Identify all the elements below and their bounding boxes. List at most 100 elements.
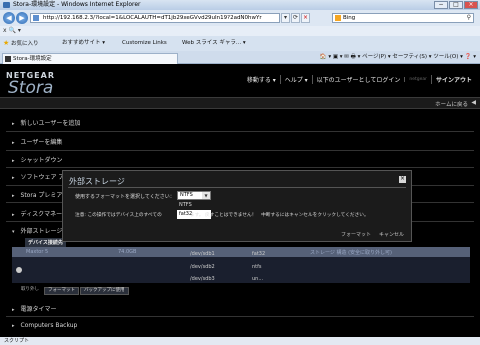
device-header: デバイス接続先 [25,238,66,247]
bullet-icon: ▸ [12,307,15,313]
maximize-button[interactable]: □ [449,1,463,9]
menu-label: ユーザーを編集 [20,139,63,146]
storage-grid-header: Maxtor 5 74.0GB ストレージ 構造 (安全に取り外し可) [12,247,470,257]
remove-button[interactable]: 取り外し [18,287,42,295]
menu-row-tools[interactable]: x 🔍 ▾ [3,27,21,34]
bullet-icon: ▸ [12,140,15,146]
tab-page-icon [5,56,11,62]
command-bar[interactable]: 🏠 ▾ ▣ ▾ ✉ 🖶 ▾ ページ(P) ▾ セーフティ(S) ▾ ツール(O)… [320,51,476,64]
window-controls: − □ × [434,1,478,9]
login-username: netgear [404,77,431,82]
storage-structure-label: ストレージ 構造 (安全に取り外し可) [310,250,392,256]
star-icon: ★ [3,39,10,47]
close-window-button[interactable]: × [464,1,478,9]
fav-item-recommended[interactable]: おすすめサイト ▾ [62,36,105,51]
format-label: 使用するフォーマットを選択してください： [75,194,175,200]
product-name: Stora [8,78,54,98]
search-input[interactable]: Bing ⚲ [332,13,474,23]
format-storage-button[interactable]: フォーマット [44,287,79,295]
refresh-button[interactable]: ⟳ [291,13,300,23]
close-icon[interactable]: × [399,176,406,183]
warning-text: 注意: この操作ではデバイス上のすべての ます。 戻すことはできません！ 中断す… [75,213,369,218]
bullet-icon: ▸ [12,212,15,218]
dialog-divider [68,187,406,188]
back-to-home-link[interactable]: ホームに戻る [435,100,468,108]
bullet-icon: ▸ [12,158,15,164]
window-titlebar: Stora-環境設定 - Windows Internet Explorer −… [0,0,480,10]
menu-power-timer[interactable]: ▸ 電源タイマー [12,304,57,313]
partition-dev-3: /dev/sdb3 [190,276,215,282]
menu-computers-backup[interactable]: ▸ Computers Backup [12,322,77,329]
back-arrow-icon[interactable]: ◀ [471,99,476,106]
partition-fs-3: un... [252,276,264,282]
partition-dev-2: /dev/sdb2 [190,264,215,270]
address-url: http://192.168.2.3/?local=1&LOCALAUTH=dT… [43,15,262,21]
bullet-icon: ▸ [12,323,15,329]
search-engine-label: Bing [343,15,356,21]
login-as-label: 以下のユーザーとしてログイン [311,75,405,84]
menu-external-storage[interactable]: ▾ 外部ストレージ [12,226,62,235]
ie-icon [3,2,10,8]
home-bar: ホームに戻る ◀ [0,97,480,109]
divider [6,316,474,317]
minimize-button[interactable]: − [434,1,448,9]
device-size: 74.0GB [118,249,137,255]
nav-help-menu[interactable]: ヘルプ ▾ [279,75,312,84]
format-select[interactable]: NTFS ▼ [177,191,211,200]
fav-item-web-slice[interactable]: Web スライス ギャラ... ▾ [182,36,246,51]
address-bar[interactable]: http://192.168.2.3/?local=1&LOCALAUTH=dT… [30,13,280,23]
menu-label: シャットダウン [20,157,63,164]
tab-row: Stora-環境設定 🏠 ▾ ▣ ▾ ✉ 🖶 ▾ ページ(P) ▾ セーフティ(… [0,51,480,64]
sign-out-link[interactable]: サインアウト [430,75,476,84]
page-icon [33,15,39,21]
partition-dev-1: /dev/sdb1 [190,251,215,257]
bullet-icon: ▸ [12,193,15,199]
favorites-label: お気に入り [11,41,39,47]
menu-row: x 🔍 ▾ [0,26,480,36]
status-bar: スクリプト [0,337,480,345]
divider [6,131,474,132]
favorites-bar: ★ お気に入り おすすめサイト ▾ Customize Links Web スラ… [0,36,480,51]
address-tools: ▾ ⟳ × [281,13,310,23]
search-icon[interactable]: ⚲ [467,14,471,22]
window-title: Stora-環境設定 - Windows Internet Explorer [13,1,141,8]
menu-label: 電源タイマー [20,306,57,313]
bullet-icon: ▸ [12,121,15,127]
bing-icon [335,15,341,21]
menu-add-user[interactable]: ▸ 新しいユーザーを追加 [12,118,80,127]
tab-stora[interactable]: Stora-環境設定 [2,53,178,64]
device-radio[interactable] [16,267,22,273]
partition-table: /dev/sdb1 fat32 /dev/sdb2 ntfs /dev/sdb3… [12,251,470,283]
partition-fs-2: ntfs [252,264,262,270]
menu-label: Computers Backup [20,322,78,329]
format-dialog: 外部ストレージ × 使用するフォーマットを選択してください： NTFS ▼ NT… [62,170,412,242]
address-row: ◀ ▶ http://192.168.2.3/?local=1&LOCALAUT… [0,10,480,26]
format-button[interactable]: フォーマット [341,231,371,238]
forward-button[interactable]: ▶ [16,12,28,24]
bullet-icon: ▸ [12,175,15,181]
favorites-button[interactable]: ★ お気に入り [3,36,39,52]
logo: NETGEAR Stora [6,71,55,98]
address-dropdown-button[interactable]: ▾ [281,13,290,23]
partition-fs-1: fat32 [252,251,266,257]
device-name: Maxtor 5 [26,249,49,255]
fav-item-customize-links[interactable]: Customize Links [122,36,167,51]
stop-button[interactable]: × [301,13,310,23]
top-nav: 移動する ▾ ヘルプ ▾ 以下のユーザーとしてログイン netgear サインア… [243,75,476,84]
divider [6,150,474,151]
menu-edit-user[interactable]: ▸ ユーザーを編集 [12,137,62,146]
back-button[interactable]: ◀ [3,12,15,24]
chevron-down-icon[interactable]: ▼ [202,192,210,199]
menu-label: 外部ストレージ [20,228,63,235]
dialog-title: 外部ストレージ [69,177,125,186]
cancel-button[interactable]: キャンセル [379,231,404,238]
menu-shutdown[interactable]: ▸ シャットダウン [12,155,63,164]
option-ntfs[interactable]: NTFS [177,201,211,210]
divider [6,167,474,168]
menu-label: 新しいユーザーを追加 [20,120,81,127]
nav-move-menu[interactable]: 移動する ▾ [243,75,280,84]
expanded-bullet-icon: ▾ [12,229,15,235]
status-text: スクリプト [4,338,30,344]
format-select-value: NTFS [180,192,193,198]
use-for-backup-button[interactable]: バックアップに使用 [80,287,129,295]
